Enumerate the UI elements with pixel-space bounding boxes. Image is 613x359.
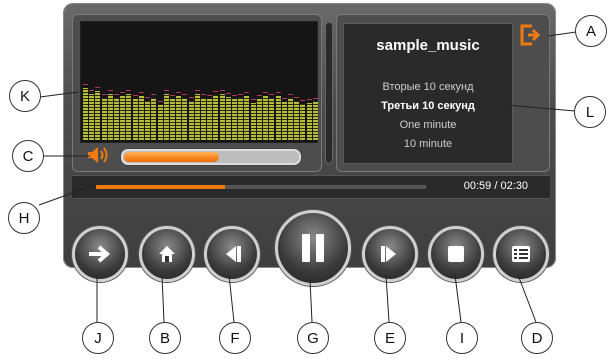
callout-a: A xyxy=(575,15,607,47)
callout-j: J xyxy=(82,322,114,354)
callout-k: K xyxy=(9,80,41,112)
callout-d: D xyxy=(521,322,553,354)
callout-f: F xyxy=(219,322,251,354)
callout-g: G xyxy=(297,322,329,354)
callout-b: B xyxy=(149,322,181,354)
callout-h: H xyxy=(8,202,40,234)
callout-leaders xyxy=(38,31,577,323)
callout-c: C xyxy=(12,140,44,172)
callout-l: L xyxy=(574,96,606,128)
callout-i: I xyxy=(446,322,478,354)
callout-e: E xyxy=(374,322,406,354)
